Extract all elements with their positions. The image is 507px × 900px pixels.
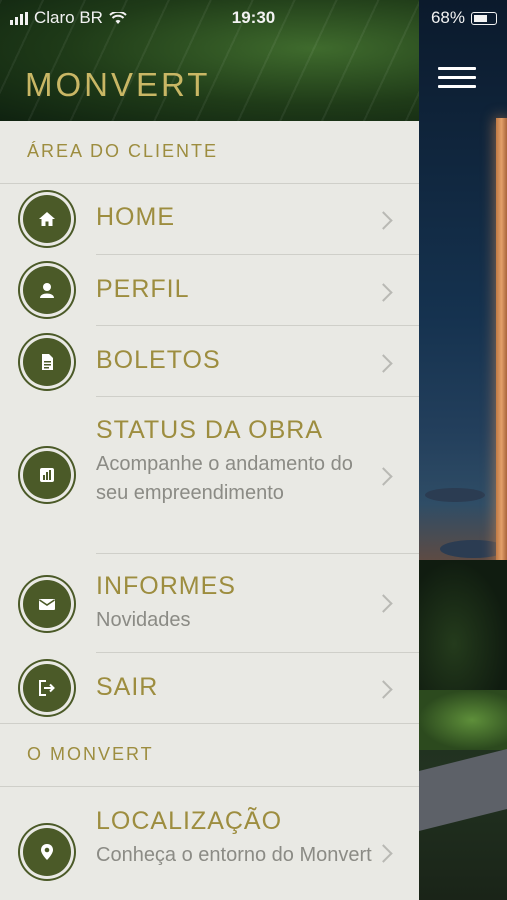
chevron-right-icon [374,594,393,613]
menu-line [438,76,476,79]
document-icon [20,335,74,389]
user-icon [20,263,74,317]
menu-item-label: LOCALIZAÇÃO [96,807,283,835]
menu-item-label: INFORMES [96,572,236,600]
menu-item-home[interactable]: HOME [0,184,419,254]
menu-item-subtitle: Novidades [96,609,191,631]
menu-item-status-da-obra[interactable]: STATUS DA OBRA Acompanhe o andamento do … [0,397,419,553]
menu-item-label: PERFIL [96,275,190,303]
menu-line [438,67,476,70]
chevron-right-icon [374,283,393,302]
menu-item-informes[interactable]: INFORMES Novidades [0,554,419,652]
menu-item-label: BOLETOS [96,346,221,374]
pathway [418,748,507,832]
menu-item-label: SAIR [96,673,159,701]
battery-icon [471,11,497,25]
menu-item-perfil[interactable]: PERFIL [0,255,419,325]
menu-item-localizacao[interactable]: LOCALIZAÇÃO Conheça o entorno do Monvert [0,787,419,900]
navigation-drawer: MONVERT ÁREA DO CLIENTE HOME PERFIL BOLE… [0,0,419,900]
bar-chart-icon [20,448,74,502]
hamburger-menu-button[interactable] [438,67,476,89]
logout-icon [20,661,74,715]
section-title-monvert: O MONVERT [27,744,154,764]
menu-item-subtitle: Conheça o entorno do Monvert [96,844,372,866]
cloud [425,488,485,502]
chevron-right-icon [374,467,393,486]
trees [418,560,507,700]
menu-item-boletos[interactable]: BOLETOS [0,326,419,396]
status-bar: Claro BR 19:30 68% [0,0,507,34]
menu-item-sair[interactable]: SAIR [0,653,419,723]
logo-text: MONVERT [25,66,211,103]
menu-item-subtitle: Acompanhe o andamento do seu empreendime… [96,453,353,504]
app-logo: MONVERT [25,66,210,104]
divider [0,723,419,724]
section-title-client-area: ÁREA DO CLIENTE [27,141,219,161]
battery-percent: 68% [430,8,465,27]
location-pin-icon [20,825,74,879]
menu-item-label: HOME [96,203,175,231]
menu-item-label: STATUS DA OBRA [96,416,324,444]
mail-icon [20,577,74,631]
chevron-right-icon [374,211,393,230]
chevron-right-icon [374,354,393,373]
chevron-right-icon [374,844,393,863]
home-icon [20,192,74,246]
menu-line [438,85,476,88]
garden [418,690,507,750]
chevron-right-icon [374,680,393,699]
